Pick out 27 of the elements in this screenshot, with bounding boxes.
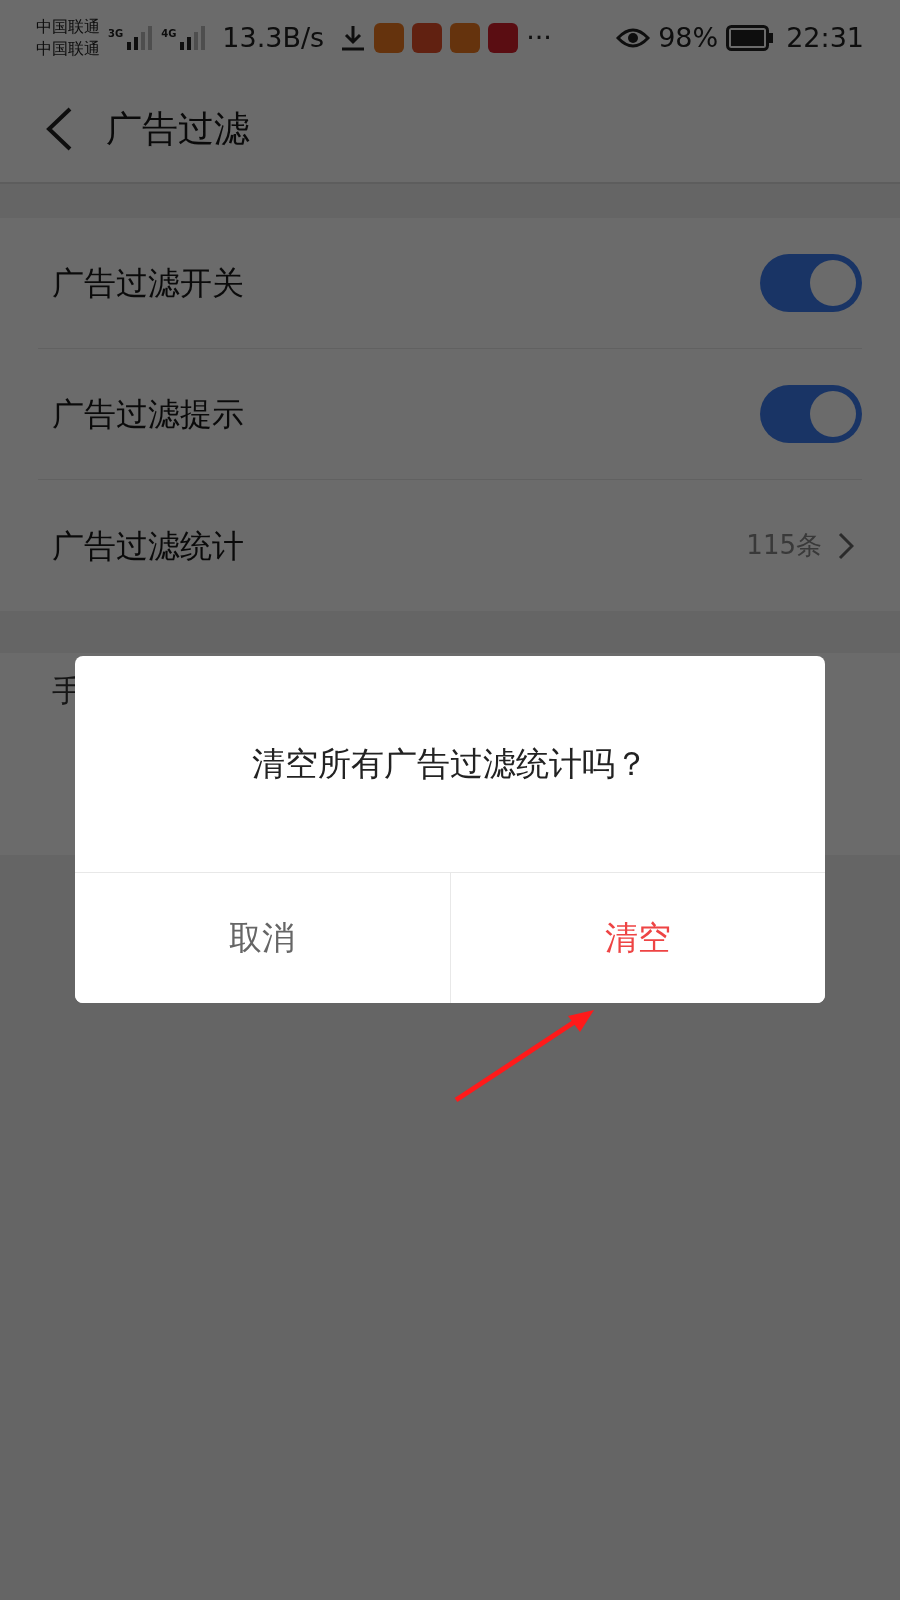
network-type-label: 4G [161, 27, 177, 41]
setting-label: 广告过滤开关 [52, 263, 244, 304]
chevron-right-icon[interactable] [838, 531, 854, 560]
battery-icon [726, 25, 775, 51]
setting-label: 广告过滤统计 [52, 525, 244, 567]
toggle-switch[interactable] [760, 254, 862, 312]
carrier-label: 中国联通 [36, 38, 100, 60]
carrier-label: 中国联通 [36, 16, 100, 38]
back-icon[interactable] [44, 106, 74, 152]
network-speed: 13.3B/s [222, 20, 325, 55]
app-icon [450, 23, 481, 53]
app-icon [488, 23, 519, 53]
app-icon [412, 23, 443, 53]
clock: 22:31 [786, 20, 864, 55]
setting-label: 广告过滤提示 [52, 394, 244, 435]
more-notifications: ··· [526, 20, 552, 55]
signal-icon [180, 26, 207, 50]
page-title: 广告过滤 [106, 107, 250, 151]
clear-button[interactable]: 清空 [449, 873, 825, 1003]
eye-icon [616, 26, 651, 50]
network-type-label: 3G [108, 27, 124, 41]
toggle-switch[interactable] [760, 385, 862, 443]
signal-icon [127, 26, 154, 50]
app-icon [374, 23, 405, 53]
download-icon [340, 24, 367, 52]
dialog-message: 清空所有广告过滤统计吗？ [252, 743, 648, 786]
battery-level: 98% [658, 20, 719, 55]
